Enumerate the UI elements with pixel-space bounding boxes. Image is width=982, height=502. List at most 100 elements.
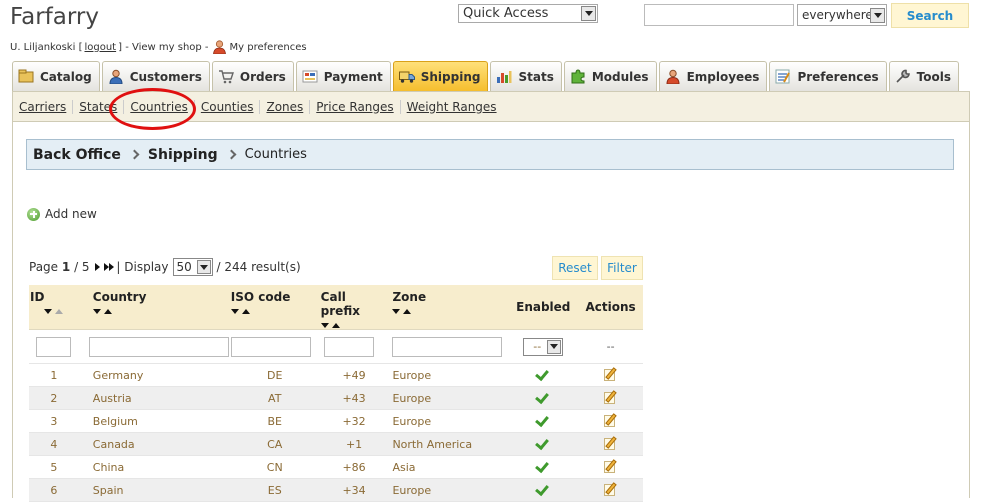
filter-iso-input[interactable] bbox=[230, 336, 311, 357]
table-row[interactable]: 2 Austria AT +43 Europe bbox=[29, 386, 643, 410]
chevron-down-icon[interactable] bbox=[547, 339, 562, 354]
tab-catalog[interactable]: Catalog bbox=[12, 61, 100, 91]
tab-stats[interactable]: Stats bbox=[490, 61, 562, 91]
pager-page-label: Page bbox=[29, 260, 59, 274]
filter-country-input[interactable] bbox=[88, 336, 229, 357]
sort-desc-icon[interactable] bbox=[320, 323, 329, 328]
quick-access-select[interactable]: Quick Access bbox=[458, 4, 598, 23]
edit-icon[interactable] bbox=[603, 481, 618, 496]
main-tabs: Catalog Customers Orders Payment Shippin… bbox=[12, 61, 961, 91]
logout-link[interactable]: logout bbox=[84, 42, 116, 53]
employees-icon bbox=[666, 69, 680, 84]
user-bar: U. Liljankoski [ logout ] - View my shop… bbox=[10, 40, 307, 54]
cell-country: Austria bbox=[78, 386, 230, 410]
view-shop-link[interactable]: View my shop bbox=[132, 42, 202, 53]
cell-id: 6 bbox=[29, 478, 79, 502]
breadcrumb: Back Office Shipping Countries bbox=[26, 139, 954, 170]
search-input[interactable] bbox=[644, 4, 794, 26]
filter-zone-input[interactable] bbox=[392, 336, 503, 357]
breadcrumb-back-office[interactable]: Back Office bbox=[33, 147, 121, 163]
edit-icon[interactable] bbox=[603, 389, 618, 404]
reset-button[interactable]: Reset bbox=[552, 256, 598, 280]
chevron-down-icon[interactable] bbox=[581, 6, 596, 21]
chevron-right-icon bbox=[226, 149, 237, 160]
chevron-down-icon[interactable] bbox=[870, 7, 885, 23]
edit-icon[interactable] bbox=[603, 435, 618, 450]
next-page-icon[interactable] bbox=[95, 263, 101, 271]
tab-tools[interactable]: Tools bbox=[888, 61, 960, 91]
tab-employees[interactable]: Employees bbox=[658, 61, 768, 91]
breadcrumb-shipping[interactable]: Shipping bbox=[148, 147, 218, 163]
edit-icon[interactable] bbox=[603, 412, 618, 427]
filter-id-input[interactable] bbox=[36, 336, 72, 357]
enabled-check-icon[interactable] bbox=[536, 483, 550, 495]
my-preferences-link[interactable]: My preferences bbox=[230, 42, 307, 53]
cell-country: Belgium bbox=[78, 409, 230, 433]
edit-icon[interactable] bbox=[603, 366, 618, 381]
subtab-counties[interactable]: Counties bbox=[201, 99, 261, 114]
search-button[interactable]: Search bbox=[891, 3, 969, 28]
sort-desc-icon[interactable] bbox=[92, 309, 101, 314]
table-row[interactable]: 4 Canada CA +1 North America bbox=[29, 432, 643, 456]
header-id: ID bbox=[29, 285, 79, 330]
add-new-link[interactable]: Add new bbox=[27, 207, 97, 221]
tab-payment[interactable]: Payment bbox=[295, 61, 391, 91]
subtab-carriers[interactable]: Carriers bbox=[19, 99, 74, 114]
filter-enabled-select[interactable]: -- bbox=[523, 337, 564, 356]
cell-country: Canada bbox=[78, 432, 230, 456]
cell-zone: North America bbox=[388, 432, 509, 456]
sort-desc-icon[interactable] bbox=[44, 309, 53, 314]
enabled-check-icon[interactable] bbox=[536, 437, 550, 449]
subtab-price-ranges[interactable]: Price Ranges bbox=[316, 99, 401, 114]
shop-title: Farfarry bbox=[10, 4, 99, 30]
sort-asc-icon[interactable] bbox=[103, 309, 112, 314]
enabled-check-icon[interactable] bbox=[536, 460, 550, 472]
sort-desc-icon[interactable] bbox=[230, 309, 239, 314]
search-scope-select[interactable]: everywhere bbox=[797, 4, 887, 26]
edit-icon[interactable] bbox=[603, 458, 618, 473]
enabled-check-icon[interactable] bbox=[536, 391, 550, 403]
subtab-states[interactable]: States bbox=[79, 99, 125, 114]
tab-modules[interactable]: Modules bbox=[563, 61, 657, 91]
tab-orders[interactable]: Orders bbox=[211, 61, 294, 91]
customers-icon bbox=[109, 69, 123, 84]
table-row[interactable]: 3 Belgium BE +32 Europe bbox=[29, 409, 643, 433]
truck-icon bbox=[398, 71, 415, 83]
table-row[interactable]: 1 Germany DE +49 Europe bbox=[29, 363, 643, 387]
header-zone: Zone bbox=[388, 285, 509, 330]
chevron-down-icon[interactable] bbox=[196, 260, 211, 274]
cell-country: Germany bbox=[78, 363, 230, 387]
sort-asc-icon[interactable] bbox=[331, 323, 340, 328]
table-row[interactable]: 5 China CN +86 Asia bbox=[29, 455, 643, 479]
tab-label: Employees bbox=[686, 69, 760, 84]
cell-country: China bbox=[78, 455, 230, 479]
sort-desc-icon[interactable] bbox=[392, 309, 401, 314]
sort-asc-icon[interactable] bbox=[55, 309, 64, 314]
sort-asc-icon[interactable] bbox=[403, 309, 412, 314]
sort-controls bbox=[392, 309, 507, 314]
cell-prefix: +34 bbox=[319, 478, 389, 502]
wrench-icon bbox=[896, 69, 910, 83]
tab-preferences[interactable]: Preferences bbox=[769, 61, 887, 91]
filter-button[interactable]: Filter bbox=[601, 256, 643, 280]
cell-id: 5 bbox=[29, 455, 79, 479]
sort-controls bbox=[92, 309, 229, 314]
enabled-check-icon[interactable] bbox=[536, 368, 550, 380]
per-page-select[interactable]: 50 bbox=[172, 258, 213, 276]
filter-prefix-input[interactable] bbox=[323, 336, 374, 357]
shipping-subnav: Carriers States Countries Counties Zones… bbox=[12, 91, 970, 122]
header-country: Country bbox=[78, 285, 230, 330]
tab-shipping[interactable]: Shipping bbox=[392, 61, 489, 91]
subtab-zones[interactable]: Zones bbox=[266, 99, 311, 114]
tab-label: Shipping bbox=[420, 69, 481, 84]
table-row[interactable]: 6 Spain ES +34 Europe bbox=[29, 478, 643, 502]
subtab-weight-ranges[interactable]: Weight Ranges bbox=[407, 100, 503, 114]
add-icon bbox=[27, 207, 40, 221]
last-page-icon[interactable] bbox=[104, 263, 115, 271]
sort-asc-icon[interactable] bbox=[241, 309, 250, 314]
enabled-check-icon[interactable] bbox=[536, 414, 550, 426]
tab-customers[interactable]: Customers bbox=[101, 61, 210, 91]
search-scope-value: everywhere bbox=[802, 8, 870, 22]
subtab-countries[interactable]: Countries bbox=[130, 99, 195, 114]
filter-actions-placeholder: -- bbox=[578, 329, 643, 364]
